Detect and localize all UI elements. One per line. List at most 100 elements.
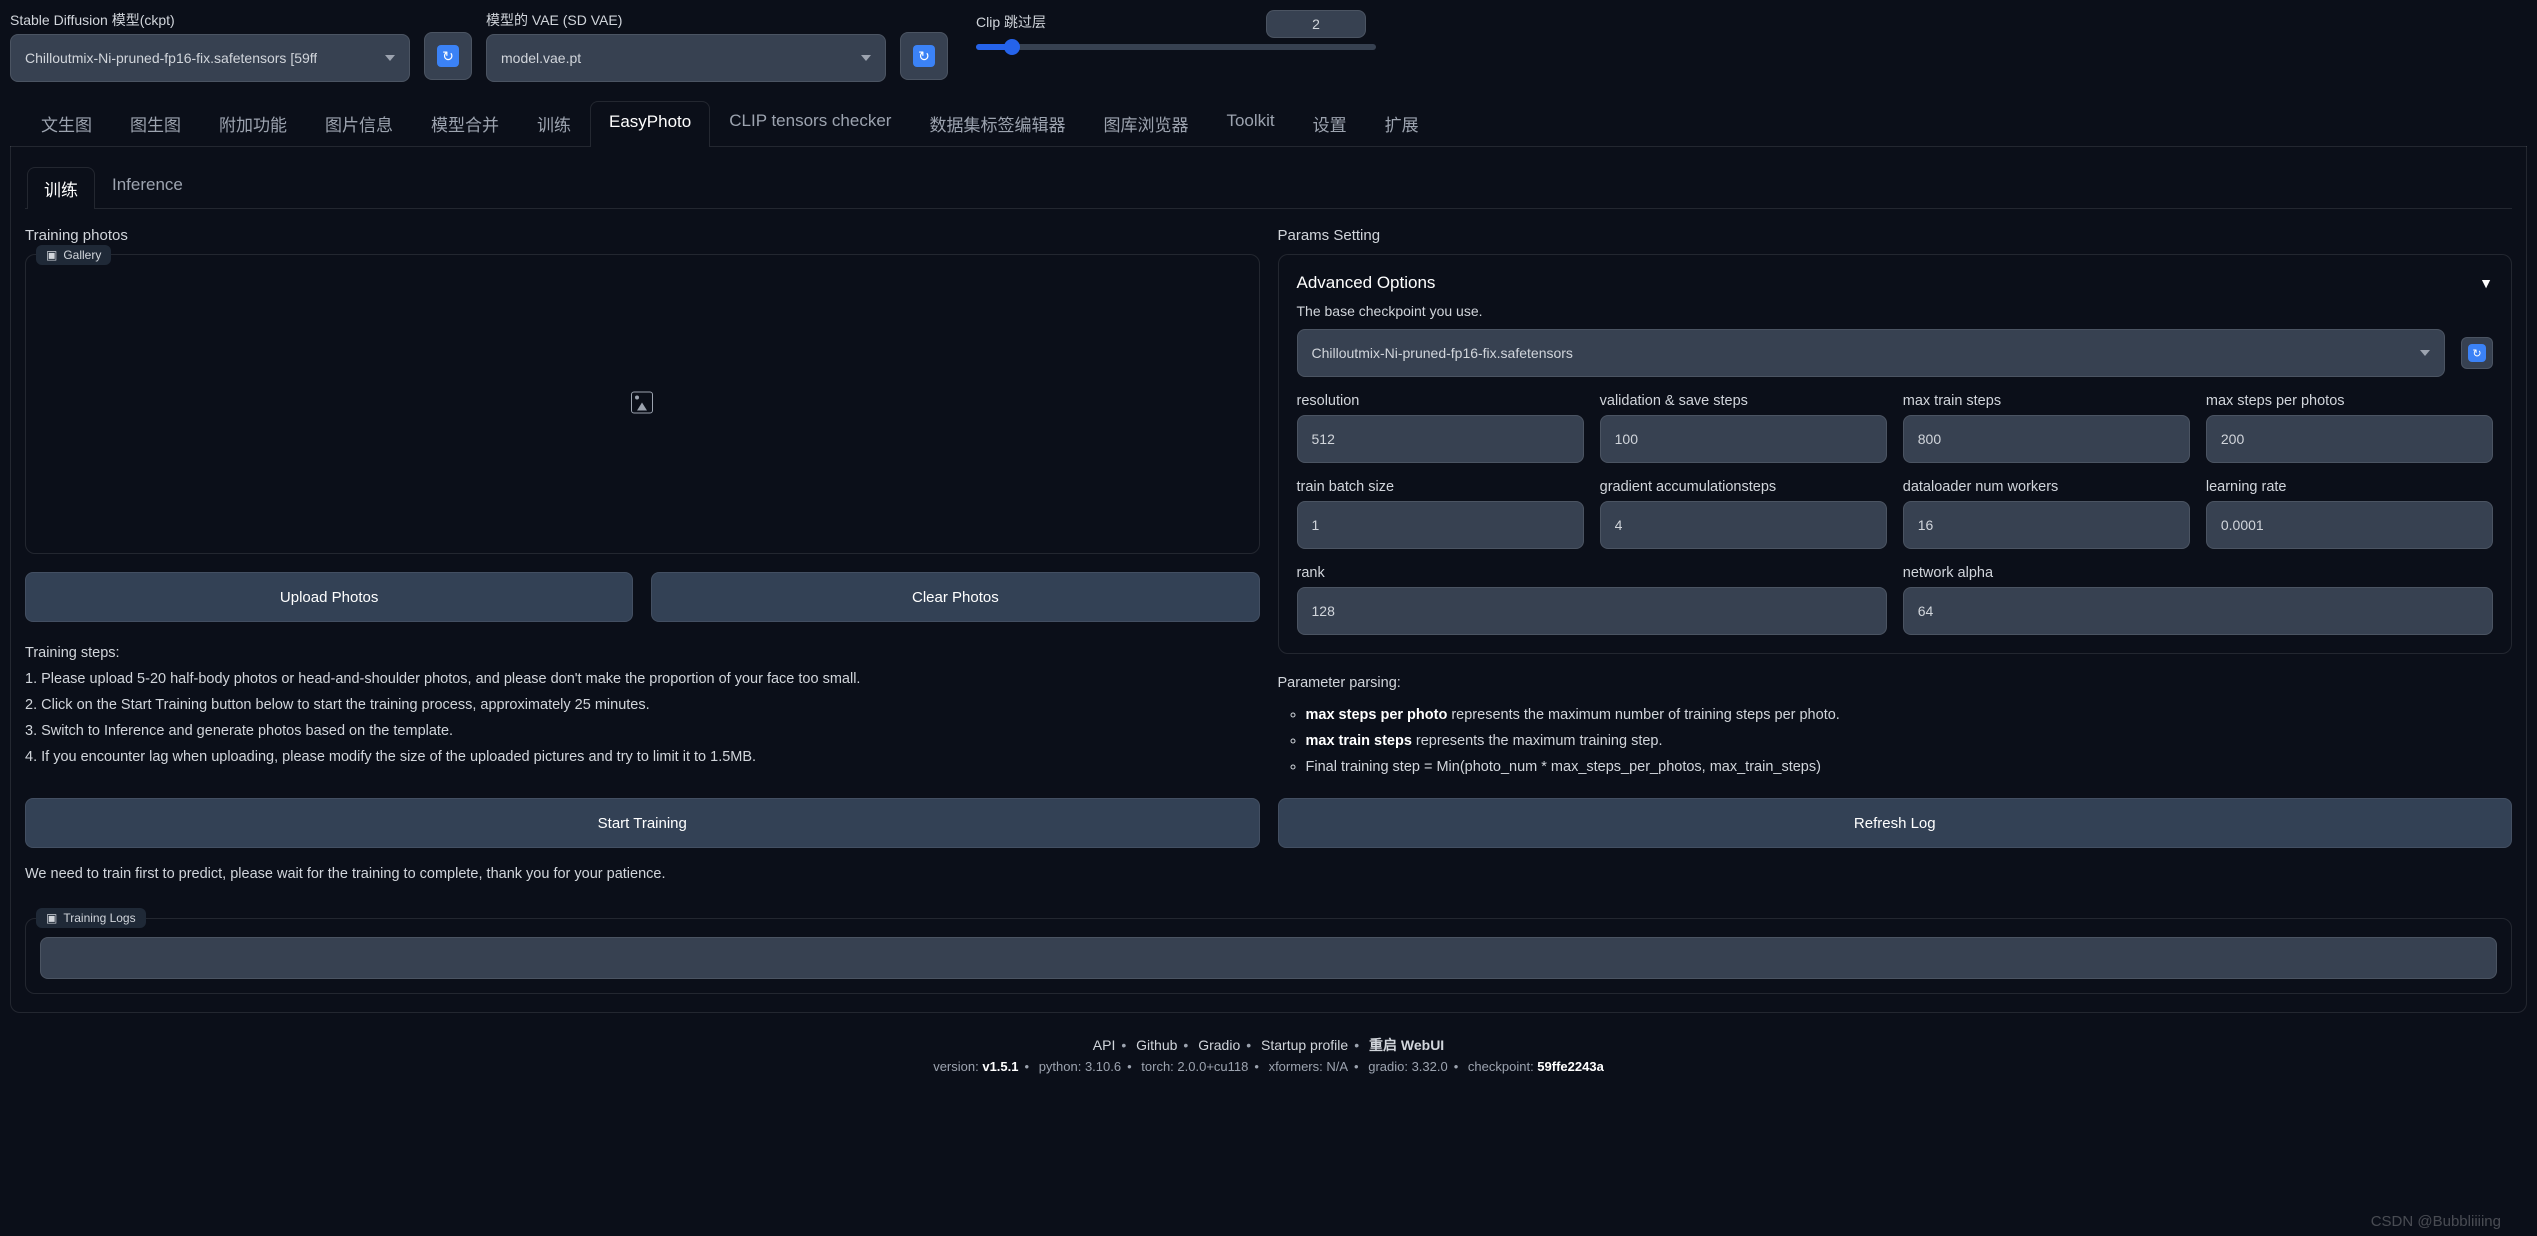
footer-link-startup[interactable]: Startup profile (1261, 1037, 1348, 1053)
subtab-inference[interactable]: Inference (95, 166, 200, 208)
base-ckpt-reload-button[interactable]: ↻ (2461, 337, 2493, 369)
clip-slider[interactable] (976, 44, 1376, 50)
chevron-down-icon (2420, 350, 2430, 356)
training-logs-panel: ▣ Training Logs (25, 918, 2512, 994)
vae-label: 模型的 VAE (SD VAE) (486, 10, 886, 30)
ckpt-value: Chilloutmix-Ni-pruned-fp16-fix.safetenso… (25, 50, 317, 66)
tab-extensions[interactable]: 扩展 (1366, 100, 1438, 146)
parameter-parsing: Parameter parsing: max steps per photo r… (1278, 670, 2513, 780)
ckpt-label: Stable Diffusion 模型(ckpt) (10, 10, 410, 30)
tab-easyphoto[interactable]: EasyPhoto (590, 101, 710, 147)
tab-tag-editor[interactable]: 数据集标签编辑器 (910, 100, 1084, 146)
input-network-alpha[interactable] (1903, 587, 2493, 635)
subtab-train[interactable]: 训练 (27, 167, 95, 209)
footer-link-api[interactable]: API (1093, 1037, 1116, 1053)
tab-extras[interactable]: 附加功能 (200, 100, 306, 146)
footer-torch: torch: 2.0.0+cu118 (1141, 1059, 1248, 1074)
slider-thumb[interactable] (1004, 39, 1020, 55)
tab-settings[interactable]: 设置 (1294, 100, 1366, 146)
advanced-options-toggle[interactable]: Advanced Options ▼ (1297, 273, 2494, 293)
input-validation[interactable] (1600, 415, 1887, 463)
base-ckpt-value: Chilloutmix-Ni-pruned-fp16-fix.safetenso… (1312, 345, 1573, 361)
footer-xformers: xformers: N/A (1269, 1059, 1348, 1074)
reload-icon: ↻ (2468, 344, 2486, 362)
step-4: 4. If you encounter lag when uploading, … (25, 744, 1260, 770)
params-title: Params Setting (1278, 227, 2513, 244)
training-logs-input[interactable] (40, 937, 2497, 979)
label-rank: rank (1297, 565, 1887, 581)
label-grad-accum: gradient accumulationsteps (1600, 479, 1887, 495)
pp-title: Parameter parsing: (1278, 670, 2513, 696)
input-max-photo[interactable] (2206, 415, 2493, 463)
steps-heading: Training steps: (25, 640, 1260, 666)
label-max-train: max train steps (1903, 393, 2190, 409)
input-batch-size[interactable] (1297, 501, 1584, 549)
label-max-photo: max steps per photos (2206, 393, 2493, 409)
params-box: Advanced Options ▼ The base checkpoint y… (1278, 254, 2513, 654)
start-training-button[interactable]: Start Training (25, 798, 1260, 848)
tab-merge[interactable]: 模型合并 (412, 100, 518, 146)
footer-version: v1.5.1 (982, 1059, 1018, 1074)
label-validation: validation & save steps (1600, 393, 1887, 409)
gallery-icon: ▣ (46, 248, 57, 262)
logs-icon: ▣ (46, 911, 57, 925)
pp-line-3: Final training step = Min(photo_num * ma… (1306, 754, 2513, 780)
refresh-log-button[interactable]: Refresh Log (1278, 798, 2513, 848)
gallery-label: ▣ Gallery (36, 245, 111, 265)
footer-link-github[interactable]: Github (1136, 1037, 1177, 1053)
step-3: 3. Switch to Inference and generate phot… (25, 718, 1260, 744)
footer-python: python: 3.10.6 (1039, 1059, 1121, 1074)
footer-gradio: gradio: 3.32.0 (1368, 1059, 1448, 1074)
training-steps-instructions: Training steps: 1. Please upload 5-20 ha… (25, 640, 1260, 770)
label-resolution: resolution (1297, 393, 1584, 409)
tab-image-browser[interactable]: 图库浏览器 (1084, 100, 1207, 146)
input-num-workers[interactable] (1903, 501, 2190, 549)
chevron-down-icon (385, 55, 395, 61)
training-logs-label: ▣ Training Logs (36, 908, 146, 928)
tab-img2img[interactable]: 图生图 (111, 100, 200, 146)
input-rank[interactable] (1297, 587, 1887, 635)
gallery[interactable]: ▣ Gallery (25, 254, 1260, 554)
reload-icon: ↻ (913, 45, 935, 67)
triangle-down-icon: ▼ (2479, 275, 2493, 291)
ckpt-reload-button[interactable]: ↻ (424, 32, 472, 80)
upload-photos-button[interactable]: Upload Photos (25, 572, 633, 622)
footer-link-gradio[interactable]: Gradio (1198, 1037, 1240, 1053)
base-ckpt-select[interactable]: Chilloutmix-Ni-pruned-fp16-fix.safetenso… (1297, 329, 2446, 377)
tab-train[interactable]: 训练 (518, 100, 590, 146)
input-grad-accum[interactable] (1600, 501, 1887, 549)
clip-value[interactable]: 2 (1266, 10, 1366, 38)
label-num-workers: dataloader num workers (1903, 479, 2190, 495)
tab-png-info[interactable]: 图片信息 (306, 100, 412, 146)
watermark: CSDN @Bubbliiiing (2371, 1213, 2501, 1230)
vae-reload-button[interactable]: ↻ (900, 32, 948, 80)
ckpt-hint: The base checkpoint you use. (1297, 303, 2494, 319)
input-max-train[interactable] (1903, 415, 2190, 463)
clear-photos-button[interactable]: Clear Photos (651, 572, 1259, 622)
tab-clip-checker[interactable]: CLIP tensors checker (710, 100, 910, 146)
training-photos-title: Training photos (25, 227, 1260, 244)
vae-value: model.vae.pt (501, 50, 581, 66)
label-learning-rate: learning rate (2206, 479, 2493, 495)
clip-label: Clip 跳过层 (976, 12, 1046, 32)
pp-line-2: max train steps represents the maximum t… (1306, 728, 2513, 754)
patience-text: We need to train first to predict, pleas… (25, 866, 2512, 882)
footer-version-label: version: (933, 1059, 982, 1074)
ckpt-select[interactable]: Chilloutmix-Ni-pruned-fp16-fix.safetenso… (10, 34, 410, 82)
main-tabs: 文生图 图生图 附加功能 图片信息 模型合并 训练 EasyPhoto CLIP… (10, 100, 2527, 147)
reload-icon: ↻ (437, 45, 459, 67)
image-placeholder-icon (631, 392, 653, 417)
vae-select[interactable]: model.vae.pt (486, 34, 886, 82)
chevron-down-icon (861, 55, 871, 61)
pp-line-1: max steps per photo represents the maxim… (1306, 702, 2513, 728)
label-network-alpha: network alpha (1903, 565, 2493, 581)
tab-txt2img[interactable]: 文生图 (22, 100, 111, 146)
step-2: 2. Click on the Start Training button be… (25, 692, 1260, 718)
step-1: 1. Please upload 5-20 half-body photos o… (25, 666, 1260, 692)
input-learning-rate[interactable] (2206, 501, 2493, 549)
input-resolution[interactable] (1297, 415, 1584, 463)
footer-link-restart[interactable]: 重启 WebUI (1369, 1037, 1444, 1053)
tab-toolkit[interactable]: Toolkit (1207, 100, 1293, 146)
footer-ckpt-label: checkpoint: (1468, 1059, 1537, 1074)
footer-ckpt: 59ffe2243a (1537, 1059, 1604, 1074)
